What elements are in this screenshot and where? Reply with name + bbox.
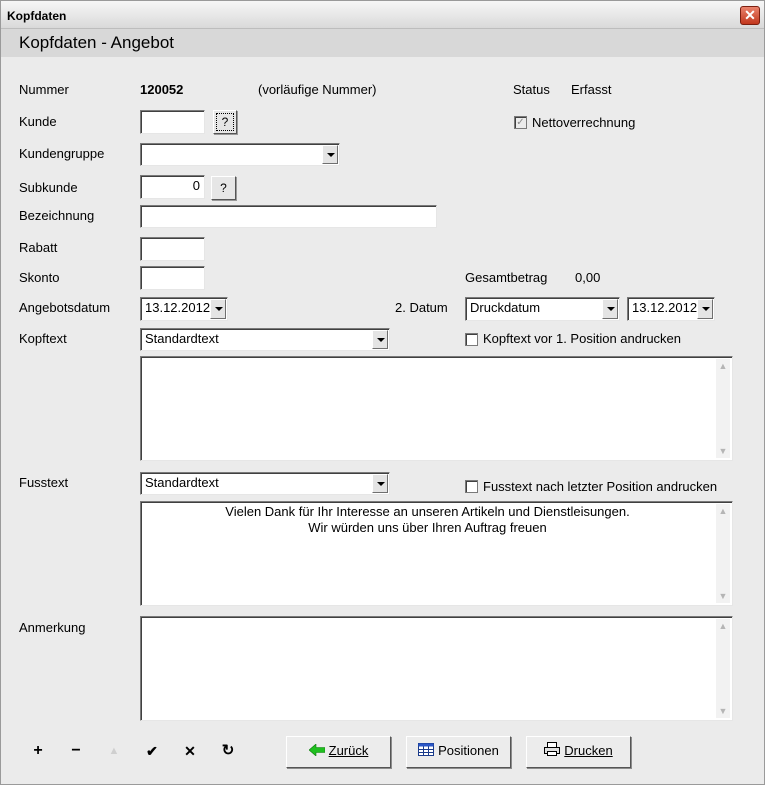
nummer-label: Nummer — [19, 82, 69, 97]
kopftext-print-label: Kopftext vor 1. Position andrucken — [483, 331, 682, 346]
kopftext-label: Kopftext — [19, 331, 67, 346]
subkunde-input[interactable]: 0 — [140, 175, 205, 199]
kunde-input[interactable] — [140, 110, 205, 134]
nummer-value: 120052 — [140, 82, 184, 97]
chevron-down-icon[interactable] — [372, 330, 388, 349]
chevron-down-icon[interactable] — [372, 474, 388, 493]
datum2-type-select[interactable]: Druckdatum — [465, 297, 620, 321]
fusstext-print-checkbox[interactable] — [465, 480, 478, 493]
datum2-date-value: 13.12.2012 — [632, 300, 698, 315]
page-title: Kopfdaten - Angebot — [19, 33, 175, 52]
nettoverrechnung-checkbox[interactable]: ✓ — [514, 116, 527, 129]
kunde-lookup-button[interactable]: ? — [213, 110, 237, 134]
angebotsdatum-label: Angebotsdatum — [19, 300, 111, 315]
fusstext-label: Fusstext — [19, 475, 69, 490]
positions-button[interactable]: Positionen — [406, 736, 511, 768]
fusstext-print-label: Fusstext nach letzter Position andrucken — [483, 479, 718, 494]
datum2-date-picker[interactable]: 13.12.2012 — [627, 297, 715, 321]
kundengruppe-select[interactable] — [140, 143, 340, 166]
rabatt-label: Rabatt — [19, 240, 58, 255]
window-title: Kopfdaten — [7, 9, 67, 23]
skonto-input[interactable] — [140, 266, 205, 290]
fusstext-scrollbar[interactable]: ▲ ▼ — [716, 504, 730, 603]
print-button-label: Drucken — [564, 743, 613, 758]
angebotsdatum-picker[interactable]: 13.12.2012 — [140, 297, 228, 321]
bezeichnung-label: Bezeichnung — [19, 208, 95, 223]
chevron-down-icon[interactable] — [602, 299, 618, 319]
fusstext-textarea[interactable]: Vielen Dank für Ihr Interesse an unseren… — [140, 501, 733, 606]
close-button[interactable]: ✕ — [740, 6, 760, 25]
subkunde-lookup-button[interactable]: ? — [211, 176, 236, 200]
nettoverrechnung-label: Nettoverrechnung — [532, 115, 636, 130]
printer-icon — [544, 738, 561, 766]
scroll-down-icon[interactable]: ▼ — [716, 444, 730, 458]
fusstext-body: Vielen Dank für Ihr Interesse an unseren… — [225, 504, 630, 535]
bezeichnung-input[interactable] — [140, 205, 437, 228]
back-button-label: Zurück — [328, 743, 369, 758]
skonto-label: Skonto — [19, 270, 60, 285]
cancel-icon[interactable]: ✕ — [178, 739, 202, 763]
nummer-note: (vorläufige Nummer) — [258, 82, 377, 97]
anmerkung-label: Anmerkung — [19, 620, 86, 635]
left-arrow-icon — [308, 738, 325, 766]
chevron-down-icon[interactable] — [697, 299, 713, 319]
add-icon[interactable]: + — [26, 739, 50, 763]
chevron-down-icon[interactable] — [322, 145, 338, 164]
anmerkung-textarea[interactable]: ▲ ▼ — [140, 616, 733, 721]
chevron-down-icon[interactable] — [210, 299, 226, 319]
refresh-icon[interactable]: ↻ — [216, 739, 240, 763]
anmerkung-scrollbar[interactable]: ▲ ▼ — [716, 619, 730, 718]
header-band: Kopfdaten - Angebot — [1, 29, 764, 57]
scroll-up-icon[interactable]: ▲ — [716, 359, 730, 373]
gesamtbetrag-label: Gesamtbetrag — [465, 270, 548, 285]
move-up-icon[interactable]: ▲ — [102, 739, 126, 763]
kopftext-value: Standardtext — [145, 331, 219, 346]
angebotsdatum-value: 13.12.2012 — [145, 300, 211, 315]
scroll-down-icon[interactable]: ▼ — [716, 589, 730, 603]
scroll-down-icon[interactable]: ▼ — [716, 704, 730, 718]
kunde-label: Kunde — [19, 114, 57, 129]
fusstext-value: Standardtext — [145, 475, 219, 490]
kundengruppe-label: Kundengruppe — [19, 146, 105, 161]
rabatt-input[interactable] — [140, 237, 205, 261]
kopftext-textarea[interactable]: ▲ ▼ — [140, 356, 733, 461]
kopftext-scrollbar[interactable]: ▲ ▼ — [716, 359, 730, 458]
scroll-up-icon[interactable]: ▲ — [716, 619, 730, 633]
remove-icon[interactable]: − — [64, 739, 88, 763]
scroll-up-icon[interactable]: ▲ — [716, 504, 730, 518]
table-icon — [418, 738, 435, 766]
back-button[interactable]: Zurück — [286, 736, 391, 768]
datum2-label: 2. Datum — [395, 300, 448, 315]
gesamtbetrag-value: 0,00 — [575, 270, 601, 285]
positions-button-label: Positionen — [438, 743, 499, 758]
title-bar[interactable]: Kopfdaten ✕ — [1, 1, 764, 29]
status-label: Status — [513, 82, 550, 97]
subkunde-label: Subkunde — [19, 180, 78, 195]
kopftext-print-checkbox[interactable] — [465, 333, 478, 346]
dialog-window: Kopfdaten ✕ Kopfdaten - Angebot Nummer 1… — [0, 0, 765, 785]
print-button[interactable]: Drucken — [526, 736, 631, 768]
kopftext-select[interactable]: Standardtext — [140, 328, 390, 351]
confirm-icon[interactable]: ✔ — [140, 739, 164, 763]
fusstext-select[interactable]: Standardtext — [140, 472, 390, 495]
status-value: Erfasst — [571, 82, 612, 97]
datum2-type-value: Druckdatum — [470, 300, 541, 315]
